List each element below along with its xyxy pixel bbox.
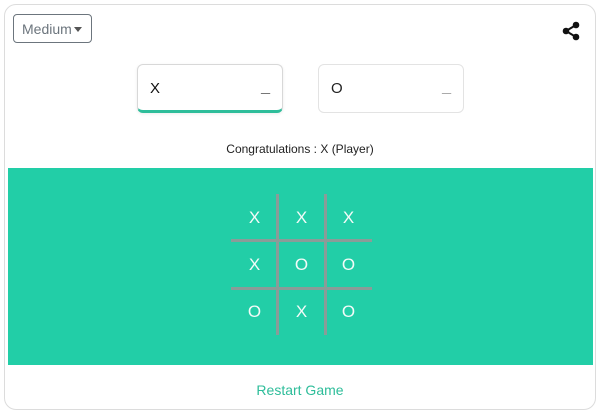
game-board: X X X X O O O X O bbox=[231, 194, 372, 335]
board-cell[interactable]: X bbox=[278, 194, 325, 241]
board-cell[interactable]: O bbox=[325, 288, 372, 335]
board-cell[interactable]: O bbox=[278, 241, 325, 288]
player-x-card: X _ bbox=[137, 64, 283, 113]
board-cell[interactable]: O bbox=[325, 241, 372, 288]
game-status: Congratulations : X (Player) bbox=[226, 142, 374, 156]
player-o-symbol: O bbox=[331, 80, 343, 97]
board-cell[interactable]: X bbox=[278, 288, 325, 335]
board-cell[interactable]: X bbox=[231, 194, 278, 241]
board-cell[interactable]: O bbox=[231, 288, 278, 335]
share-button[interactable] bbox=[561, 21, 581, 41]
player-x-symbol: X bbox=[150, 80, 161, 97]
player-o-score: _ bbox=[442, 78, 451, 95]
share-icon bbox=[562, 21, 580, 41]
player-x-score: _ bbox=[261, 78, 270, 95]
player-o-card: O _ bbox=[318, 64, 464, 113]
chevron-down-icon bbox=[74, 27, 82, 32]
difficulty-selected: Medium bbox=[22, 20, 72, 37]
restart-game-button[interactable]: Restart Game bbox=[0, 382, 600, 398]
board-area: X X X X O O O X O bbox=[8, 168, 593, 365]
board-cell[interactable]: X bbox=[231, 241, 278, 288]
difficulty-dropdown[interactable]: Medium bbox=[13, 14, 92, 43]
board-cell[interactable]: X bbox=[325, 194, 372, 241]
